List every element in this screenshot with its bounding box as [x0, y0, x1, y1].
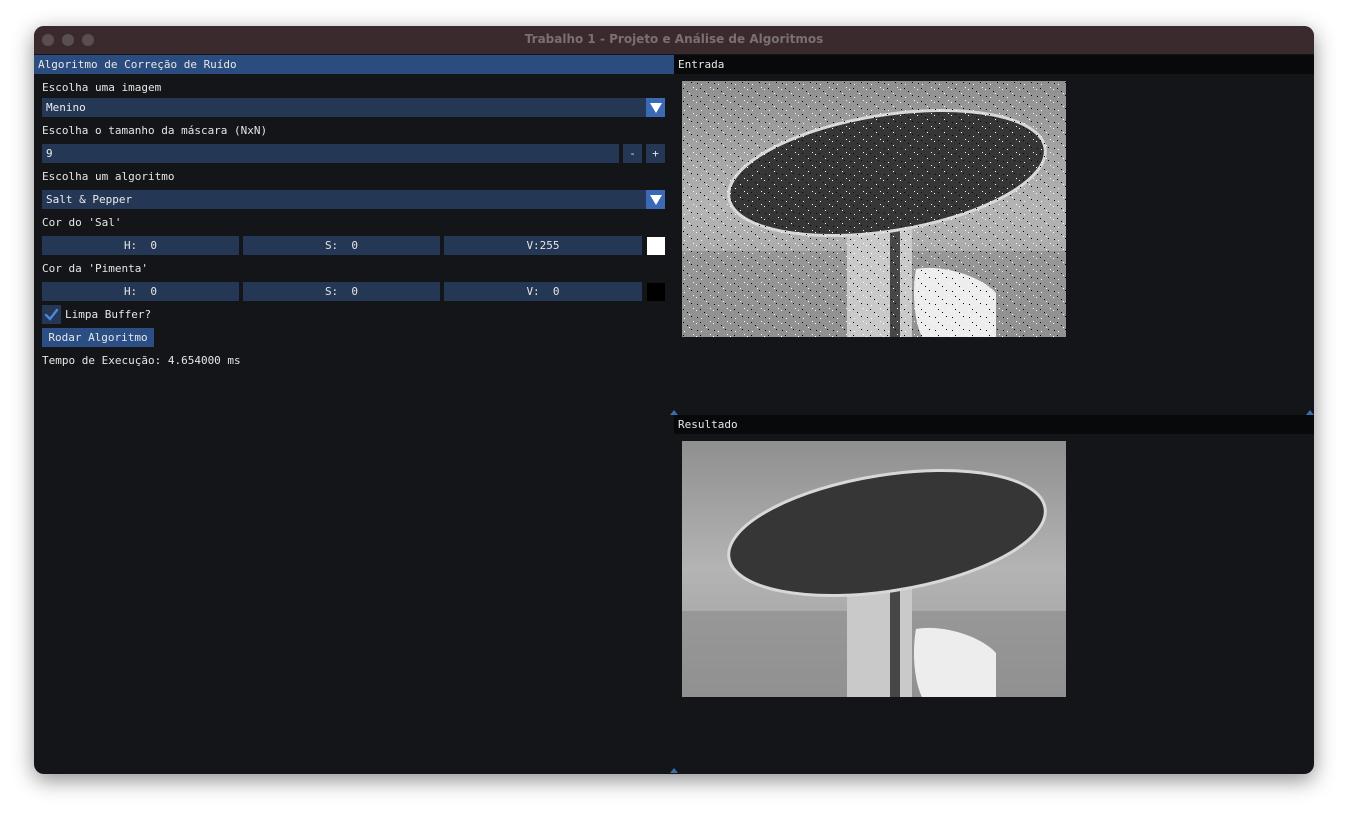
pepper-h-field[interactable]: H: 0 — [42, 282, 239, 301]
mask-size-value: 9 — [46, 147, 53, 160]
image-select[interactable]: Menino — [42, 98, 665, 117]
mask-size-input[interactable]: 9 — [42, 144, 619, 163]
input-image — [682, 81, 1066, 337]
pepper-color-label: Cor da 'Pimenta' — [42, 262, 148, 275]
salt-color-label: Cor do 'Sal' — [42, 216, 122, 229]
algorithm-label: Escolha um algoritmo — [42, 170, 175, 183]
pepper-color-swatch[interactable] — [647, 283, 665, 301]
mask-increment-button[interactable]: + — [646, 144, 665, 163]
clear-buffer-label: Limpa Buffer? — [65, 308, 152, 321]
result-panel-title[interactable]: Resultado — [674, 415, 1314, 434]
algorithm-select-value: Salt & Pepper — [46, 193, 133, 206]
checkmark-icon — [44, 308, 59, 321]
result-image — [682, 441, 1066, 697]
salt-s-field[interactable]: S: 0 — [243, 236, 440, 255]
title-bar: Trabalho 1 - Projeto e Análise de Algori… — [34, 26, 1314, 54]
resize-grip-icon[interactable] — [670, 768, 678, 773]
chevron-down-icon[interactable] — [646, 98, 665, 117]
mask-decrement-button[interactable]: - — [623, 144, 642, 163]
clear-buffer-checkbox[interactable] — [42, 305, 61, 324]
input-panel-title[interactable]: Entrada — [674, 55, 1314, 74]
pepper-v-field[interactable]: V: 0 — [444, 282, 642, 301]
left-panel-title[interactable]: Algoritmo de Correção de Ruído — [34, 55, 674, 74]
window-title: Trabalho 1 - Projeto e Análise de Algori… — [524, 32, 824, 46]
photo-boy-umbrella-noisy-icon — [682, 81, 1066, 337]
run-algorithm-button[interactable]: Rodar Algoritmo — [42, 328, 154, 347]
salt-color-swatch[interactable] — [647, 237, 665, 255]
image-select-value: Menino — [46, 101, 86, 114]
execution-time-text: Tempo de Execução: 4.654000 ms — [42, 354, 241, 367]
mask-label: Escolha o tamanho da máscara (NxN) — [42, 124, 268, 137]
chevron-down-icon[interactable] — [646, 190, 665, 209]
salt-h-field[interactable]: H: 0 — [42, 236, 239, 255]
app-window: Trabalho 1 - Projeto e Análise de Algori… — [34, 26, 1314, 774]
photo-boy-umbrella-clean-icon — [682, 441, 1066, 697]
salt-v-field[interactable]: V:255 — [444, 236, 642, 255]
pepper-s-field[interactable]: S: 0 — [243, 282, 440, 301]
image-label: Escolha uma imagem — [42, 81, 162, 94]
algorithm-select[interactable]: Salt & Pepper — [42, 190, 665, 209]
